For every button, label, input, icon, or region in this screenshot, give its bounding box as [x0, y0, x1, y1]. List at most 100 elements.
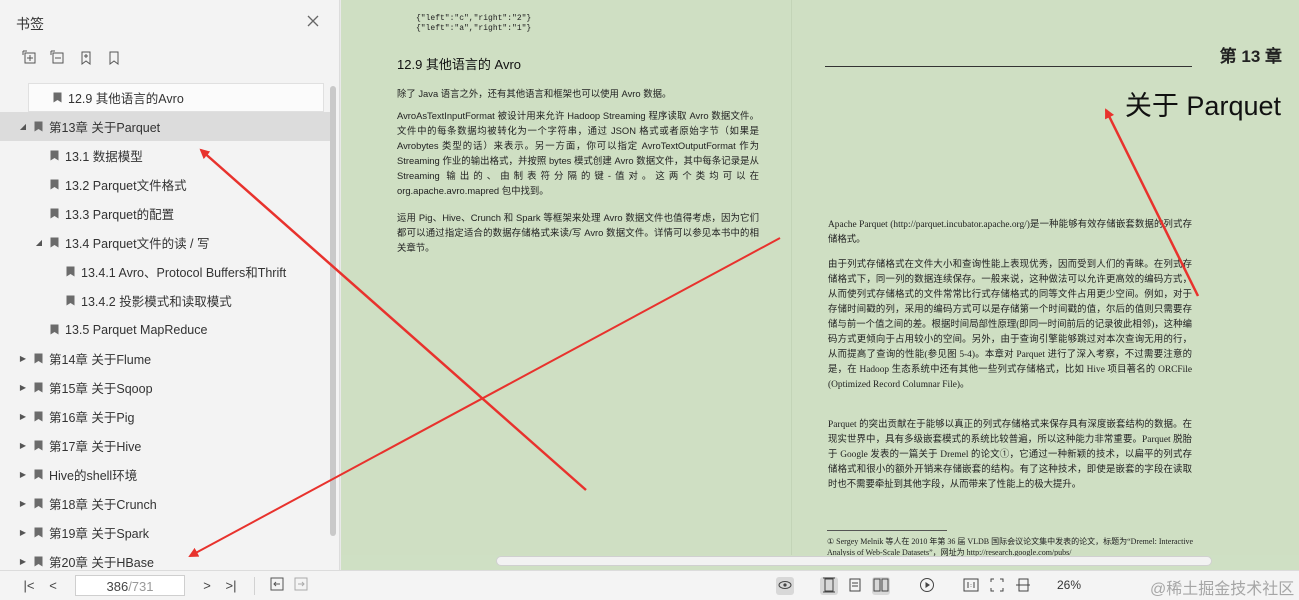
bookmark-icon: [66, 295, 75, 306]
next-page-icon[interactable]: >: [198, 577, 216, 595]
chapter-rule: [825, 66, 1192, 67]
bookmark-label: 12.9 其他语言的Avro: [68, 92, 184, 106]
sidebar-title: 书签: [16, 16, 44, 32]
bookmark-icon: [50, 150, 59, 161]
bookmark-label: 13.5 Parquet MapReduce: [65, 322, 208, 337]
zoom-level[interactable]: 26%: [1057, 578, 1081, 592]
current-page: 386: [106, 579, 129, 594]
prev-page-icon[interactable]: <: [44, 577, 62, 595]
last-page-icon[interactable]: >|: [222, 577, 240, 595]
sidebar-toolbar: [22, 50, 122, 66]
add-bookmark-icon[interactable]: [78, 50, 94, 66]
paragraph: 由于列式存储格式在文件大小和查询性能上表现优秀，因而受到人们的青睐。在列式存储格…: [828, 260, 1192, 390]
expand-arrow-icon[interactable]: ▶: [18, 557, 28, 566]
expand-arrow-icon[interactable]: ▶: [18, 470, 28, 479]
paragraph: Apache Parquet (http://parquet.incubator…: [828, 220, 1192, 245]
bookmark-label: 13.4 Parquet文件的读 / 写: [65, 237, 210, 251]
paragraph: 运用 Pig、Hive、Crunch 和 Spark 等框架来处理 Avro 数…: [397, 212, 759, 253]
bookmark-item[interactable]: 13.4.1 Avro、Protocol Buffers和Thrift: [0, 257, 330, 286]
bookmark-item[interactable]: ▶ 第19章 关于Spark: [0, 518, 330, 547]
fit-page-icon[interactable]: [988, 577, 1006, 595]
bookmark-item[interactable]: ◢ 第13章 关于Parquet: [0, 112, 330, 141]
eye-care-icon[interactable]: [776, 577, 794, 595]
footnote-rule: [827, 530, 947, 531]
bookmark-icon: [50, 179, 59, 190]
bookmark-label: 第19章 关于Spark: [49, 527, 150, 541]
bookmark-item[interactable]: 13.4.2 投影模式和读取模式: [0, 286, 330, 315]
bookmark-label: 第14章 关于Flume: [49, 353, 152, 367]
bookmark-item[interactable]: ▶ 第16章 关于Pig: [0, 402, 330, 431]
bookmark-tree: 12.9 其他语言的Avro ◢ 第13章 关于Parquet 13.1 数据模型 13…: [0, 83, 330, 576]
bookmark-icon: [34, 498, 43, 509]
first-page-icon[interactable]: |<: [20, 577, 38, 595]
bookmark-icon: [34, 469, 43, 480]
expand-arrow-icon[interactable]: ▶: [18, 528, 28, 537]
bookmark-icon: [34, 411, 43, 422]
bookmark-icon: [50, 324, 59, 335]
paragraph: Parquet 的突出贡献在于能够以真正的列式存储格式来保存具有深度嵌套结构的数…: [828, 420, 1192, 490]
collapse-arrow-icon[interactable]: ◢: [18, 122, 28, 131]
bookmark-icon: [50, 208, 59, 219]
bookmark-icon: [66, 266, 75, 277]
paragraph: 除了 Java 语言之外，还有其他语言和框架也可以使用 Avro 数据。: [397, 88, 672, 99]
pdf-reader-window: 书签 12.9 其他语言的Avro ◢ 第13章 关于Parquet 13.1 数据模…: [0, 0, 1299, 600]
page-right: 第 13 章 关于 Parquet Apache Parquet (http:/…: [791, 0, 1299, 555]
bookmark-label: 第13章 关于Parquet: [49, 121, 161, 135]
bookmark-item[interactable]: ▶ Hive的shell环境: [0, 460, 330, 489]
sidebar-scrollbar[interactable]: [330, 86, 336, 536]
expand-arrow-icon[interactable]: ▶: [18, 412, 28, 421]
bookmark-icon: [34, 121, 43, 132]
bookmark-item[interactable]: ▶ 第17章 关于Hive: [0, 431, 330, 460]
bookmark-item[interactable]: ▶ 第14章 关于Flume: [0, 344, 330, 373]
bookmark-item[interactable]: 13.3 Parquet的配置: [0, 199, 330, 228]
close-icon[interactable]: [306, 14, 322, 30]
page-number-input[interactable]: 386/731: [75, 575, 185, 596]
two-page-icon[interactable]: [872, 577, 890, 595]
continuous-page-icon[interactable]: [846, 577, 864, 595]
bookmark-label: 13.2 Parquet文件格式: [65, 179, 187, 193]
sidebar-header: 书签: [0, 0, 340, 44]
paragraph: AvroAsTextInputFormat 被设计用来允许 Hadoop Str…: [397, 110, 759, 196]
bookmark-icon: [50, 237, 59, 248]
actual-size-icon[interactable]: [962, 577, 980, 595]
bookmark-icon[interactable]: [106, 50, 122, 66]
bookmark-item[interactable]: 13.5 Parquet MapReduce: [0, 315, 330, 344]
bookmark-item[interactable]: 13.1 数据模型: [0, 141, 330, 170]
total-pages: /731: [128, 579, 154, 594]
bookmark-icon: [34, 382, 43, 393]
bookmark-item[interactable]: ▶ 第15章 关于Sqoop: [0, 373, 330, 402]
page-left: {"left":"c","right":"2"} {"left":"a","ri…: [341, 0, 790, 555]
expand-all-icon[interactable]: [22, 50, 38, 66]
horizontal-scrollbar[interactable]: [496, 556, 1212, 566]
expand-arrow-icon[interactable]: ▶: [18, 499, 28, 508]
chapter-label: 第 13 章: [1219, 47, 1282, 66]
bookmark-label: 13.4.2 投影模式和读取模式: [81, 295, 232, 309]
expand-arrow-icon[interactable]: ▶: [18, 354, 28, 363]
single-page-icon[interactable]: [820, 577, 838, 595]
play-icon[interactable]: [918, 577, 936, 595]
bookmark-label: 第16章 关于Pig: [49, 411, 135, 425]
back-icon[interactable]: [268, 577, 286, 595]
bottom-toolbar: |< < 386/731 > >| 26% @稀土掘金技术社区: [0, 570, 1299, 600]
divider: [254, 577, 255, 595]
collapse-arrow-icon[interactable]: ◢: [34, 238, 44, 247]
bookmark-label: Hive的shell环境: [49, 469, 138, 483]
expand-arrow-icon[interactable]: ▶: [18, 441, 28, 450]
document-view[interactable]: {"left":"c","right":"2"} {"left":"a","ri…: [341, 0, 1299, 570]
collapse-all-icon[interactable]: [50, 50, 66, 66]
bookmark-sidebar: 书签 12.9 其他语言的Avro ◢ 第13章 关于Parquet 13.1 数据模…: [0, 0, 340, 570]
section-title: 12.9 其他语言的 Avro: [397, 57, 522, 72]
bookmark-label: 13.1 数据模型: [65, 150, 143, 164]
bookmark-item[interactable]: ◢ 13.4 Parquet文件的读 / 写: [0, 228, 330, 257]
expand-arrow-icon[interactable]: ▶: [18, 383, 28, 392]
bookmark-item[interactable]: 12.9 其他语言的Avro: [28, 83, 324, 112]
bookmark-item[interactable]: 13.2 Parquet文件格式: [0, 170, 330, 199]
bookmark-item[interactable]: ▶ 第18章 关于Crunch: [0, 489, 330, 518]
chapter-title: 关于 Parquet: [1124, 91, 1281, 121]
fit-width-icon[interactable]: [1014, 577, 1032, 595]
bookmark-icon: [53, 92, 62, 103]
forward-icon[interactable]: [292, 577, 310, 595]
bookmark-icon: [34, 353, 43, 364]
bookmark-label: 第20章 关于HBase: [49, 556, 154, 570]
bookmark-icon: [34, 440, 43, 451]
